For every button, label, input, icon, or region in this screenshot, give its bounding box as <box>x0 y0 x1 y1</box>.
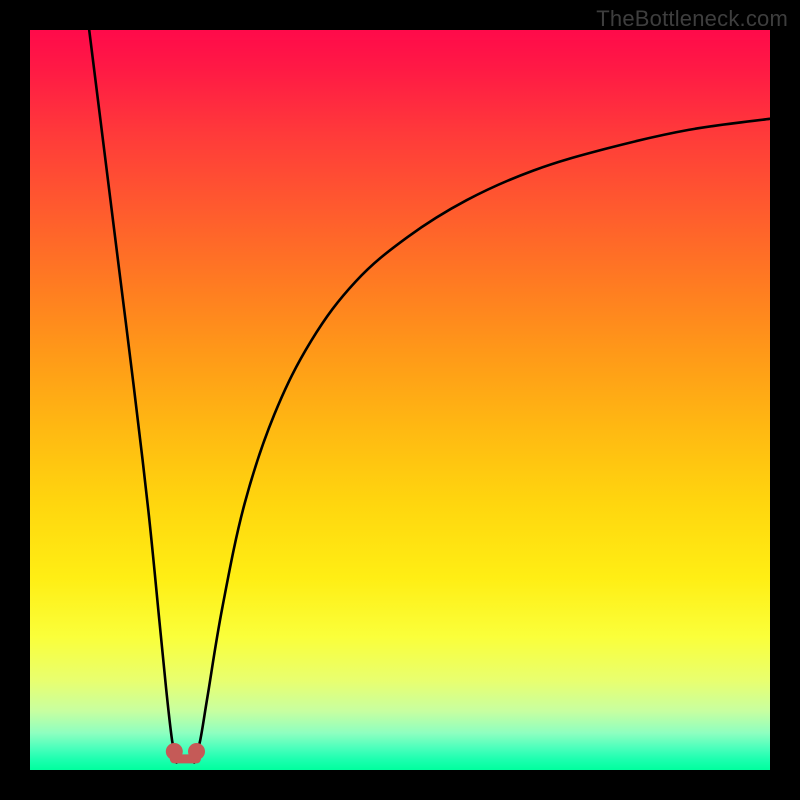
valley-marker-right <box>188 743 205 760</box>
valley-marker-left <box>166 743 183 760</box>
curve-right-branch <box>194 119 770 763</box>
chart-frame: TheBottleneck.com <box>0 0 800 800</box>
curve-left-branch <box>89 30 176 763</box>
plot-area <box>30 30 770 770</box>
curve-layer <box>30 30 770 770</box>
watermark-text: TheBottleneck.com <box>596 6 788 32</box>
